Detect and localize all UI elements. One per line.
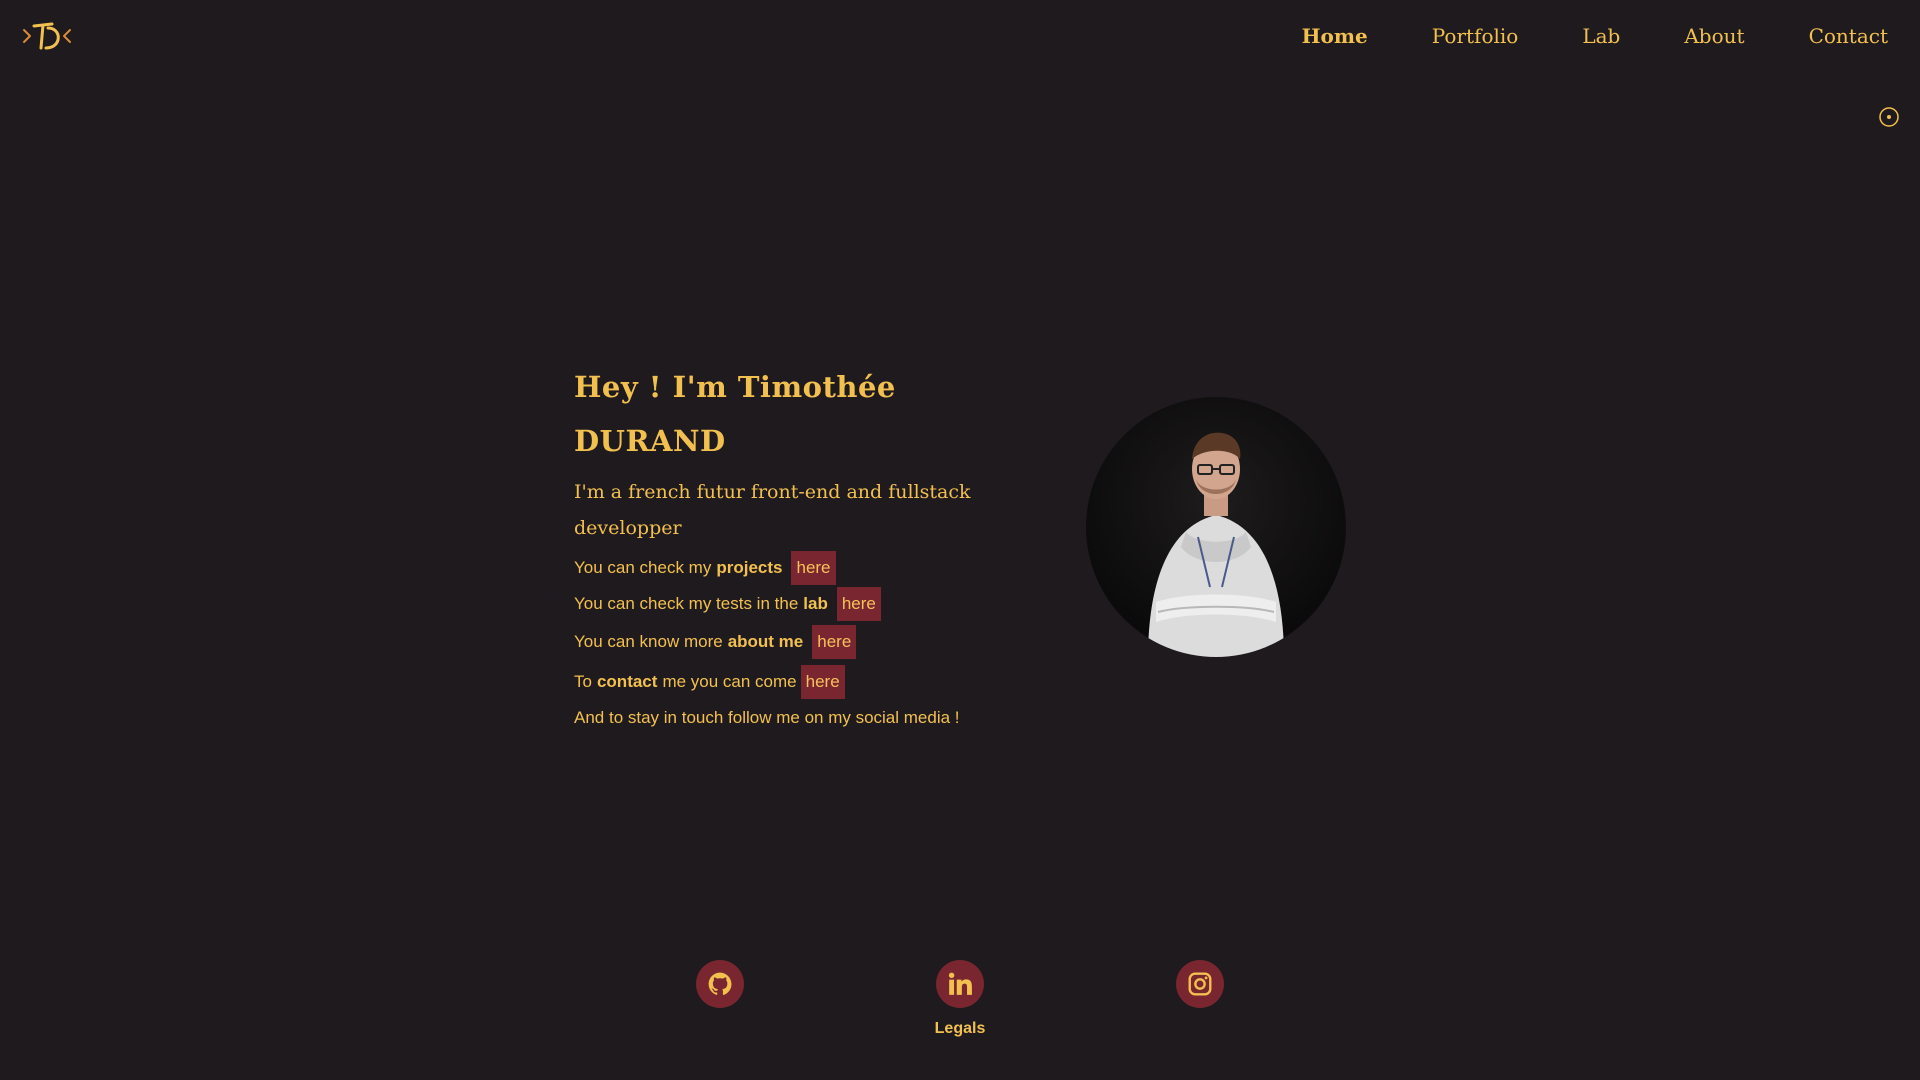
legals-link[interactable]: Legals [0, 1020, 1920, 1038]
about-here-link[interactable]: here [812, 625, 857, 659]
closing-line: And to stay in touch follow me on my soc… [574, 708, 960, 727]
line-text: You can check my [574, 558, 712, 577]
about-line: You can know more about me here [574, 624, 1034, 660]
main-nav: Home Portfolio Lab About Contact [1302, 24, 1888, 48]
lab-line: You can check my tests in the lab here [574, 586, 1034, 622]
nav-portfolio[interactable]: Portfolio [1432, 24, 1519, 48]
contact-line: To contact me you can come here [574, 664, 1034, 700]
line-bold: projects [716, 558, 783, 577]
td-logo-icon[interactable] [22, 16, 72, 56]
hero-title-line2: DURAND [574, 424, 726, 458]
hero-section: Hey ! I'm Timothée DURAND I'm a french f… [574, 360, 1034, 736]
nav-home[interactable]: Home [1302, 24, 1368, 48]
line-text: To [574, 672, 592, 691]
linkedin-icon[interactable] [936, 960, 984, 1008]
github-icon[interactable] [696, 960, 744, 1008]
instagram-icon[interactable] [1176, 960, 1224, 1008]
projects-line: You can check my projects here [574, 550, 1034, 586]
hero-title-line1: Hey ! I'm Timothée [574, 370, 896, 404]
sun-toggle-icon[interactable] [1879, 107, 1899, 127]
lab-here-link[interactable]: here [836, 587, 881, 621]
profile-photo [1086, 397, 1346, 657]
nav-about[interactable]: About [1684, 24, 1744, 48]
contact-here-link[interactable]: here [800, 665, 845, 699]
nav-lab[interactable]: Lab [1582, 24, 1620, 48]
line-bold: about me [727, 632, 804, 651]
nav-contact[interactable]: Contact [1809, 24, 1888, 48]
hero-subtitle: I'm a french futur front-end and fullsta… [574, 481, 971, 539]
line-text: You can know more [574, 632, 723, 651]
line-text-after: me you can come [662, 672, 797, 691]
hero-title: Hey ! I'm Timothée DURAND [574, 360, 1034, 468]
site-header: Home Portfolio Lab About Contact [0, 0, 1920, 76]
line-bold: contact [596, 672, 658, 691]
projects-here-link[interactable]: here [791, 551, 836, 585]
line-text: You can check my tests in the [574, 594, 799, 613]
line-bold: lab [803, 594, 828, 613]
